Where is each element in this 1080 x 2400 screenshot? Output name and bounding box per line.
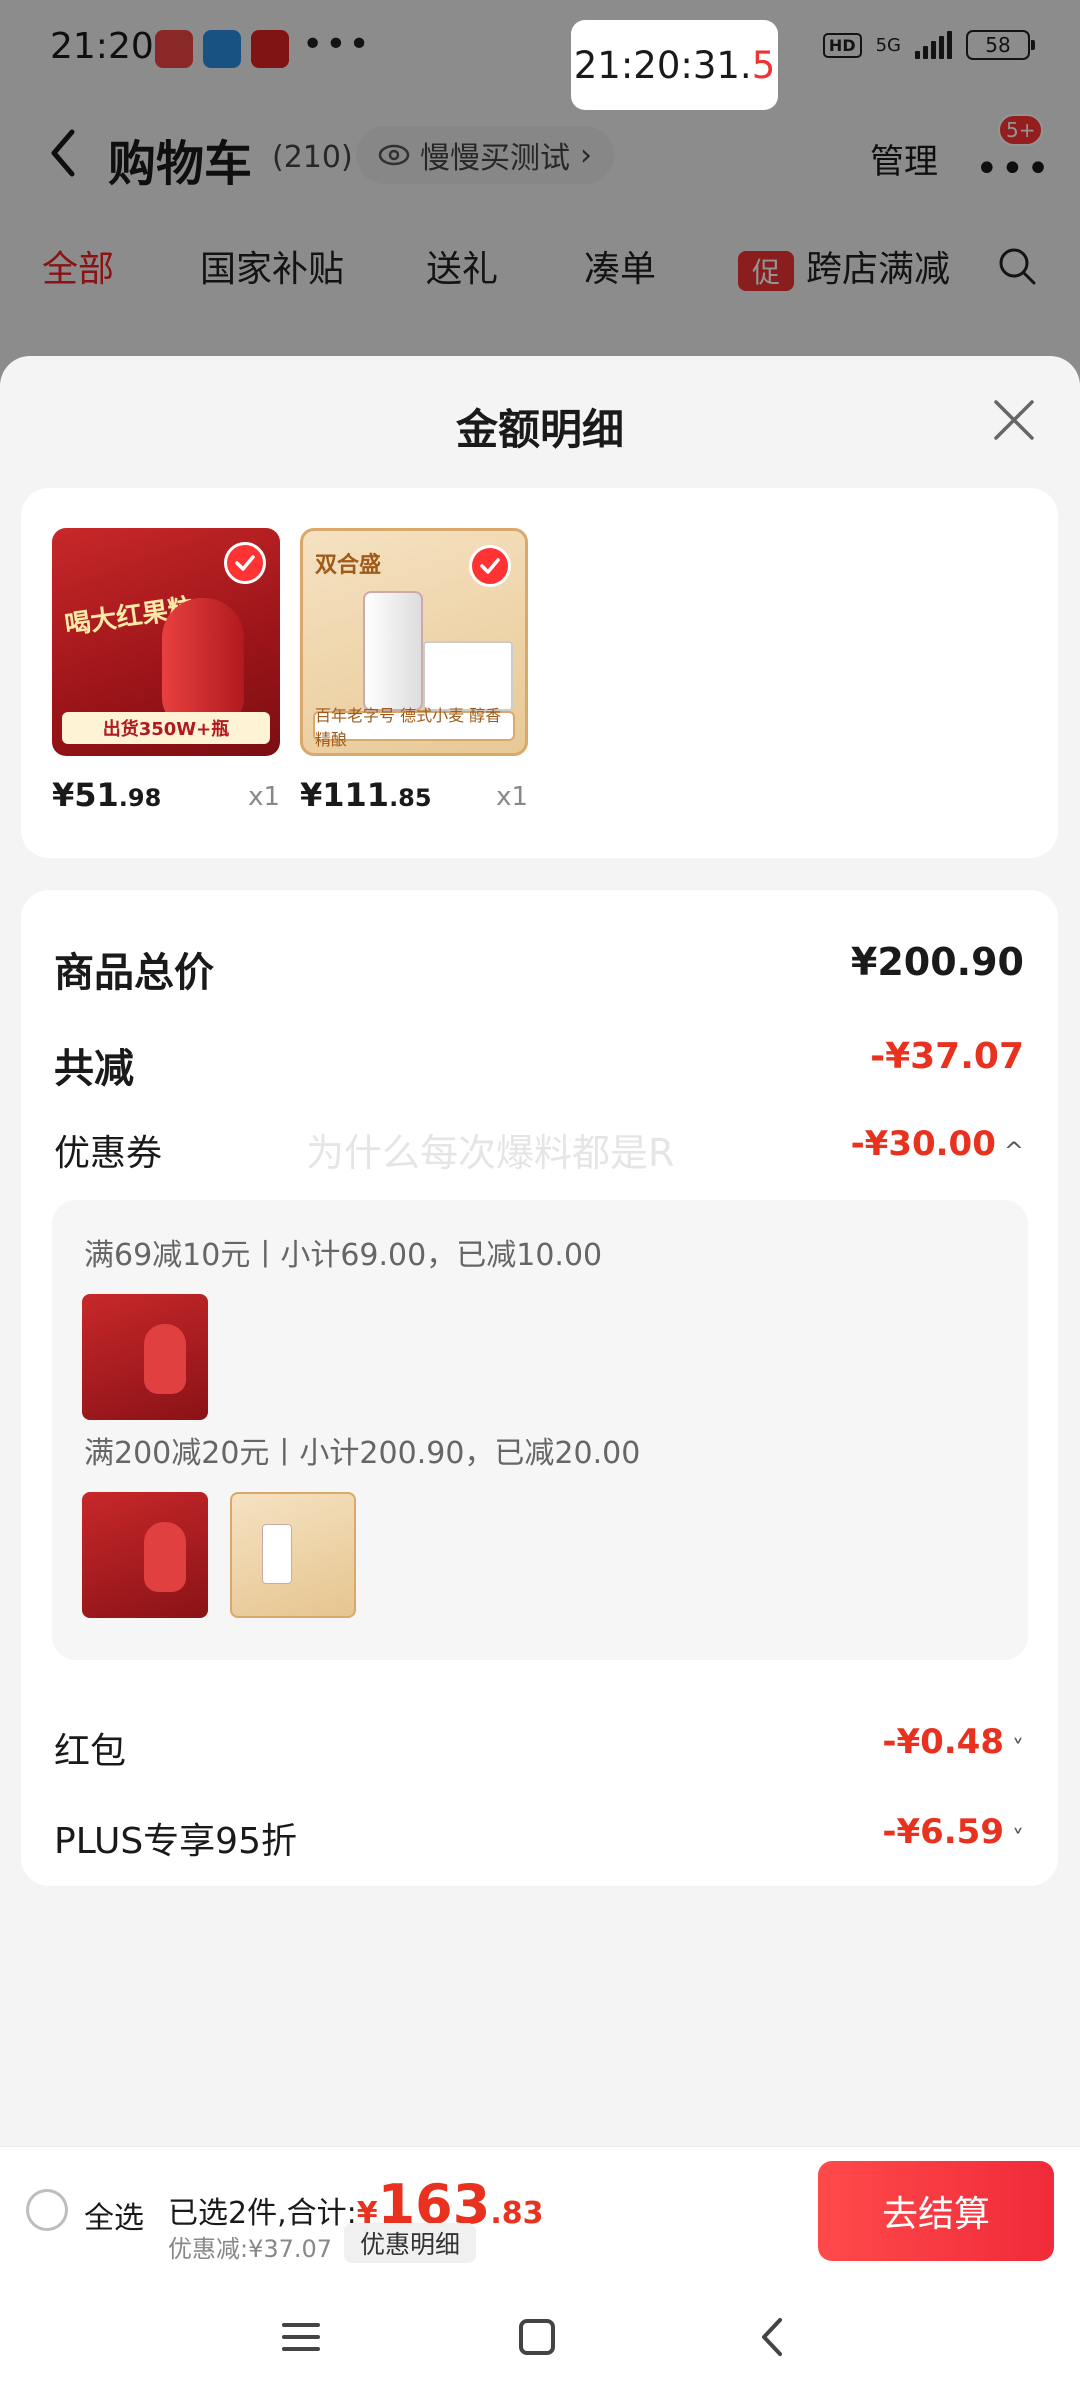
coupon-value: -¥30.00 — [850, 1124, 996, 1164]
product-item[interactable]: 喝大红果粒 出货350W+瓶 ¥51.98 x1 — [52, 528, 280, 826]
sheet-title: 金额明细 — [455, 405, 624, 454]
red-packet-label: 红包 — [54, 1731, 127, 1772]
amount-detail-sheet: 金额明细 喝大红果粒 出货350W+瓶 ¥51.98 x1 双合盛 百年老字号 … — [0, 356, 1080, 2276]
plus-discount-row[interactable]: PLUS专享95折 -¥6.59 ˅ — [54, 1812, 1024, 1872]
coupon-rule-text: 满200减20元丨小计200.90，已减20.00 — [84, 1436, 641, 1471]
watermark-text: 为什么每次爆料都是R — [306, 1131, 675, 1175]
price-breakdown-card: 商品总价 ¥200.90 共减 -¥37.07 优惠券 -¥30.00 ^ 为什么… — [21, 890, 1058, 1886]
plus-discount-value: -¥6.59 — [882, 1812, 1004, 1852]
total-price-label: 商品总价 — [54, 950, 214, 996]
select-all-checkbox[interactable] — [26, 2189, 68, 2231]
select-all-label[interactable]: 全选 — [84, 2193, 144, 2237]
red-packet-value-group: -¥0.48 ˅ — [882, 1722, 1024, 1763]
close-icon[interactable] — [990, 396, 1038, 444]
product-image: 喝大红果粒 出货350W+瓶 — [52, 528, 280, 756]
bottle-shape — [162, 598, 244, 728]
red-packet-value: -¥0.48 — [882, 1722, 1004, 1762]
check-icon — [469, 545, 511, 587]
chevron-down-icon[interactable]: ˅ — [1012, 1825, 1024, 1853]
total-discount-row: 共减 -¥37.07 — [54, 1036, 1024, 1096]
box-shape — [423, 641, 513, 711]
chevron-down-icon[interactable]: ˅ — [1012, 1735, 1024, 1763]
coupon-rule-text: 满69减10元丨小计69.00，已减10.00 — [84, 1238, 603, 1273]
product-image-banner: 出货350W+瓶 — [62, 712, 270, 744]
plus-discount-value-group: -¥6.59 ˅ — [882, 1812, 1024, 1853]
product-image-banner: 百年老字号 德式小麦 醇香精酿 — [313, 706, 515, 749]
total-price-row: 商品总价 ¥200.90 — [54, 940, 1024, 1000]
check-icon — [224, 542, 266, 584]
coupon-detail-panel: 满69减10元丨小计69.00，已减10.00 满200减20元丨小计200.9… — [52, 1200, 1028, 1660]
plus-discount-label: PLUS专享95折 — [54, 1821, 297, 1862]
product-quantity: x1 — [248, 782, 280, 812]
checkout-bar: 全选 已选2件,合计:¥163.83 优惠减:¥37.07 优惠明细 去结算 — [0, 2146, 1080, 2276]
chevron-up-icon[interactable]: ^ — [1004, 1137, 1024, 1165]
home-icon[interactable] — [512, 2312, 562, 2362]
product-thumbnail — [82, 1492, 208, 1618]
total-discount-label: 共减 — [54, 1046, 134, 1092]
checkout-button[interactable]: 去结算 — [818, 2161, 1054, 2261]
system-navigation-bar — [0, 2276, 1080, 2400]
back-icon[interactable] — [748, 2312, 798, 2362]
coupon-label: 优惠券 — [54, 1133, 163, 1174]
product-thumbnail — [82, 1294, 208, 1420]
red-packet-row[interactable]: 红包 -¥0.48 ˅ — [54, 1722, 1024, 1782]
product-item[interactable]: 双合盛 百年老字号 德式小麦 醇香精酿 ¥111.85 x1 — [300, 528, 528, 826]
discount-detail-button[interactable]: 优惠明细 — [344, 2223, 477, 2263]
summary-prefix: 已选2件,合计: — [168, 2196, 357, 2231]
product-price: ¥51.98 — [52, 776, 162, 814]
product-image: 双合盛 百年老字号 德式小麦 醇香精酿 — [300, 528, 528, 756]
product-price: ¥111.85 — [300, 776, 432, 814]
product-image-caption: 双合盛 — [315, 553, 382, 578]
total-price-value: ¥200.90 — [850, 940, 1024, 984]
coupon-value-group: -¥30.00 ^ — [851, 1124, 1024, 1165]
total-discount-value: -¥37.07 — [870, 1036, 1024, 1077]
discount-summary: 优惠减:¥37.07 — [168, 2235, 333, 2263]
menu-icon[interactable] — [276, 2312, 326, 2362]
can-shape — [363, 591, 423, 711]
product-thumbnail — [230, 1492, 356, 1618]
modal-dim-overlay[interactable] — [0, 0, 1080, 380]
screen-record-clock: 21:20:31. 5 — [571, 20, 778, 110]
selected-products-card: 喝大红果粒 出货350W+瓶 ¥51.98 x1 双合盛 百年老字号 德式小麦 … — [21, 488, 1058, 858]
product-quantity: x1 — [496, 782, 528, 812]
